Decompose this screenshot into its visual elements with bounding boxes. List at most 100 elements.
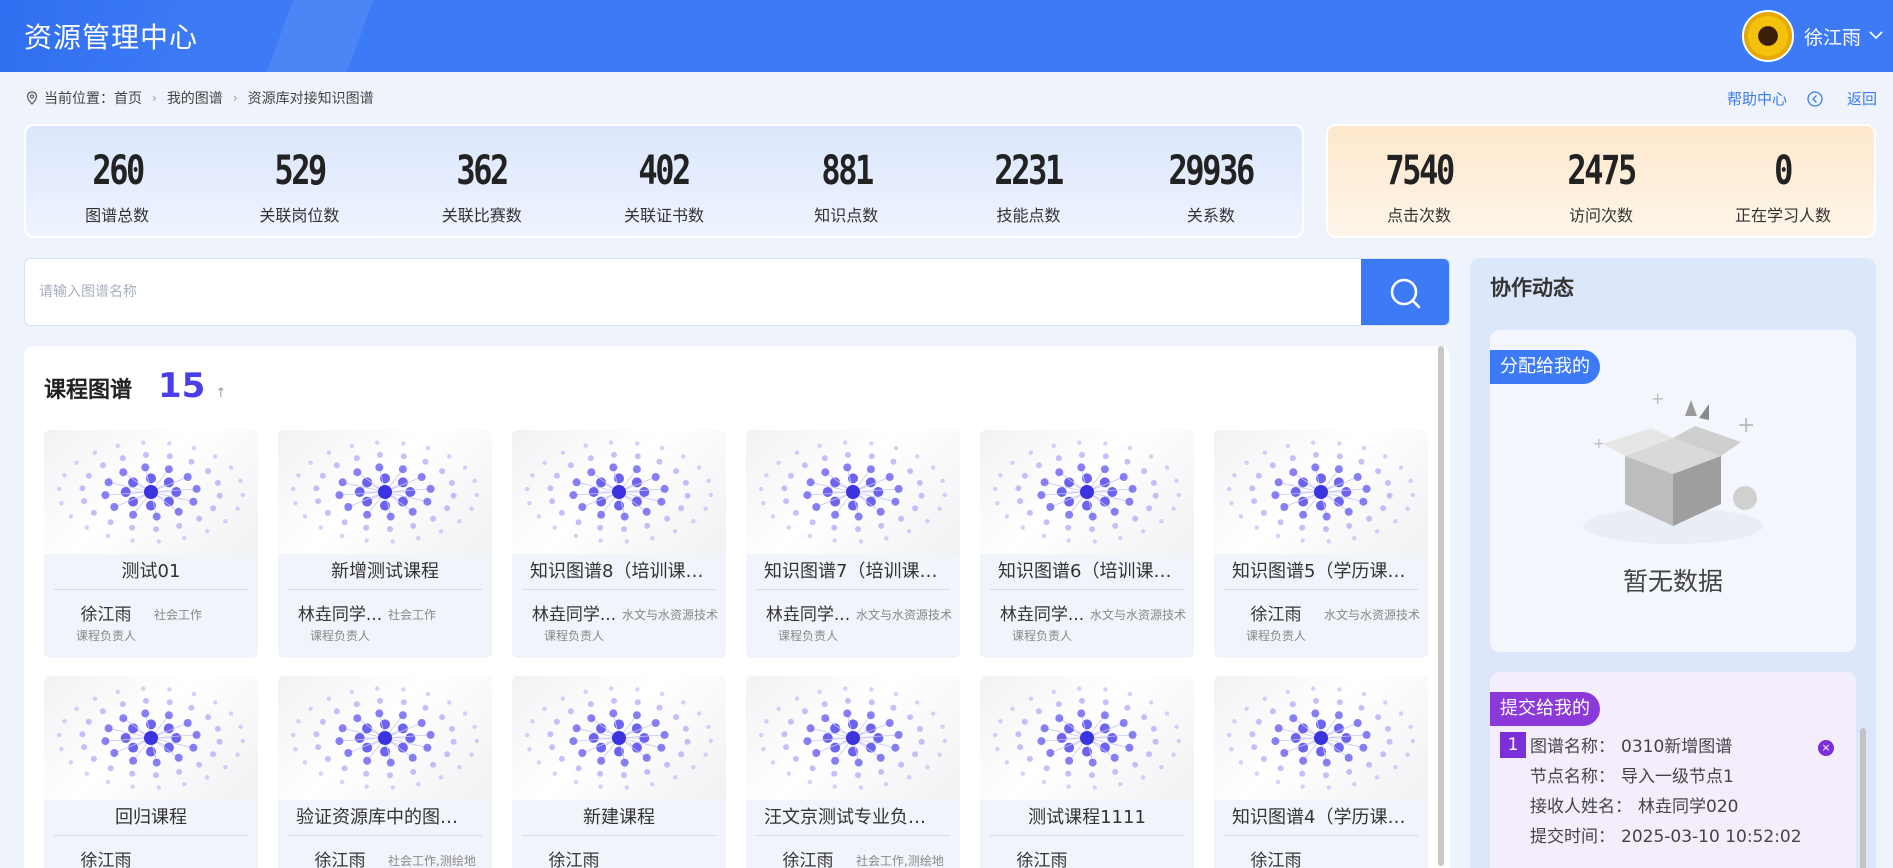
panel-header: 课程图谱 15 ↑ (44, 366, 226, 406)
card-title[interactable]: 新增测试课程 (288, 554, 482, 590)
card-title[interactable]: 知识图谱7（培训课程... (756, 554, 950, 590)
svg-text:+: + (1737, 413, 1755, 438)
stat-value: 260 (91, 148, 145, 194)
course-card[interactable]: 测试01 徐江雨 课程负责人 社会工作 (44, 430, 258, 658)
owner-role: 课程负责人 (309, 629, 370, 643)
stat-label: 正在学习人数 (1734, 206, 1831, 225)
course-card[interactable]: 知识图谱7（培训课程... 林垚同学... 课程负责人 水文与水资源技术 (746, 430, 960, 658)
card-meta: 徐江雨课程负责人 (44, 836, 258, 868)
sort-arrow-icon[interactable]: ↑ (215, 386, 226, 401)
graph-thumbnail (1214, 676, 1428, 800)
stat-value: 0 (1774, 148, 1794, 194)
help-center-link[interactable]: 帮助中心 (1727, 88, 1787, 109)
card-owner: 徐江雨课程负责人 (758, 846, 858, 868)
search-bar (24, 258, 1450, 326)
back-label[interactable]: 返回 (1847, 88, 1877, 109)
card-field: 社会工作 (154, 608, 203, 622)
search-input[interactable] (39, 259, 1339, 325)
owner-name: 林垚同学... (297, 605, 383, 625)
card-owner: 徐江雨课程负责人 (992, 846, 1092, 868)
user-name[interactable]: 徐江雨 (1804, 23, 1861, 50)
card-field: 社会工作,测绘地理信息技术 (856, 854, 944, 868)
stat-label: 图谱总数 (85, 206, 150, 225)
submit-time-value: 2025-03-10 10:52:02 (1621, 827, 1802, 847)
owner-name: 林垚同学... (765, 605, 851, 625)
course-card[interactable]: 知识图谱5（学历课程... 徐江雨 课程负责人 水文与水资源技术 (1214, 430, 1428, 658)
owner-role: 课程负责人 (1245, 629, 1306, 643)
top-links: 帮助中心 返回 (1707, 88, 1877, 109)
submitted-section: 提交给我的 1 图谱名称： 0310新增图谱 节点名称： 导入一级节点1 接收人姓名… (1490, 672, 1856, 868)
stat-visits: 2475 访问次数 (1510, 126, 1692, 236)
back-button[interactable]: 返回 (1807, 88, 1877, 109)
course-card[interactable]: 汪文京测试专业负责... 徐江雨课程负责人社会工作,测绘地理信息技术 (746, 676, 960, 868)
card-title[interactable]: 知识图谱6（培训课程... (990, 554, 1184, 590)
empty-box-icon: + + + (1583, 389, 1763, 544)
stat-skill-points: 2231 技能点数 (937, 126, 1119, 236)
graph-name-row: 图谱名称： 0310新增图谱 (1530, 732, 1732, 757)
course-card[interactable]: 知识图谱6（培训课程... 林垚同学... 课程负责人 水文与水资源技术 (980, 430, 1194, 658)
card-title[interactable]: 汪文京测试专业负责... (756, 800, 950, 836)
item-index: 1 (1500, 732, 1526, 758)
card-meta: 林垚同学... 课程负责人 社会工作 (278, 590, 492, 650)
breadcrumb-my-graphs[interactable]: 我的图谱 (167, 88, 223, 108)
stat-knowledge-points: 881 知识点数 (755, 126, 937, 236)
graph-thumbnail (278, 676, 492, 800)
chevron-down-icon[interactable] (1869, 28, 1883, 44)
panel-scrollbar[interactable] (1438, 346, 1444, 866)
card-meta: 徐江雨课程负责人社会工作,测绘地理信息技术 (278, 836, 492, 868)
course-card[interactable]: 测试课程1111 徐江雨课程负责人 (980, 676, 1194, 868)
stat-value: 529 (274, 148, 327, 194)
breadcrumb-home[interactable]: 首页 (114, 88, 142, 108)
card-meta: 徐江雨课程负责人 (512, 836, 726, 868)
owner-name: 徐江雨 (1250, 851, 1302, 868)
owner-name: 徐江雨 (314, 851, 366, 868)
graph-thumbnail (512, 676, 726, 800)
card-owner: 徐江雨课程负责人 (1226, 846, 1326, 868)
course-card[interactable]: 回归课程徐江雨课程负责人 (44, 676, 258, 868)
card-owner: 林垚同学... 课程负责人 (992, 600, 1092, 644)
stats-secondary: 7540 点击次数 2475 访问次数 0 正在学习人数 (1326, 124, 1876, 238)
stat-certificates: 402 关联证书数 (573, 126, 755, 236)
card-title[interactable]: 新建课程 (522, 800, 716, 836)
course-card[interactable]: 验证资源库中的图谱...徐江雨课程负责人社会工作,测绘地理信息技术 (278, 676, 492, 868)
close-icon[interactable]: × (1818, 740, 1834, 756)
submit-time-label: 提交时间： (1530, 827, 1615, 847)
card-title[interactable]: 测试01 (54, 554, 248, 590)
graph-thumbnail (278, 430, 492, 554)
stat-jobs: 529 关联岗位数 (208, 126, 390, 236)
avatar[interactable] (1741, 10, 1794, 62)
course-card[interactable]: 知识图谱8（培训课程... 林垚同学... 课程负责人 水文与水资源技术 (512, 430, 726, 658)
card-title[interactable]: 知识图谱4（学历课程... (1224, 800, 1418, 836)
node-name-value: 导入一级节点1 (1621, 767, 1734, 787)
card-field: 水文与水资源技术 (622, 608, 719, 622)
card-meta: 林垚同学... 课程负责人 水文与水资源技术 (512, 590, 726, 650)
assigned-section: 分配给我的 + + + 暂无数据 (1490, 330, 1856, 652)
card-title[interactable]: 验证资源库中的图谱... (288, 800, 482, 836)
search-button[interactable] (1361, 259, 1449, 325)
side-title: 协作动态 (1490, 276, 1574, 300)
card-owner: 林垚同学... 课程负责人 (758, 600, 858, 644)
card-meta: 徐江雨课程负责人 (1214, 836, 1428, 868)
node-name-label: 节点名称： (1530, 767, 1615, 787)
card-title[interactable]: 回归课程 (54, 800, 248, 836)
stat-graph-total: 260 图谱总数 (26, 126, 208, 236)
collaboration-panel: 协作动态 分配给我的 + + + 暂无数据 提交给我的 1 图谱名称： 0310新… (1470, 258, 1876, 868)
card-meta: 林垚同学... 课程负责人 水文与水资源技术 (980, 590, 1194, 650)
course-card[interactable]: 新增测试课程 林垚同学... 课程负责人 社会工作 (278, 430, 492, 658)
user-menu[interactable]: 徐江雨 (1741, 8, 1883, 64)
card-title[interactable]: 测试课程1111 (990, 800, 1184, 836)
card-owner: 徐江雨课程负责人 (290, 846, 390, 868)
stat-label: 技能点数 (996, 206, 1061, 225)
card-meta: 徐江雨 课程负责人 社会工作 (44, 590, 258, 650)
receiver-row: 接收人姓名： 林垚同学020 (1530, 792, 1738, 817)
stat-value: 29936 (1168, 148, 1256, 194)
course-card[interactable]: 新建课程徐江雨课程负责人 (512, 676, 726, 868)
owner-role: 课程负责人 (75, 629, 136, 643)
side-scrollbar[interactable] (1860, 728, 1866, 868)
card-title[interactable]: 知识图谱5（学历课程... (1224, 554, 1418, 590)
card-meta: 林垚同学... 课程负责人 水文与水资源技术 (746, 590, 960, 650)
svg-text:+: + (1651, 389, 1664, 408)
card-title[interactable]: 知识图谱8（培训课程... (522, 554, 716, 590)
course-card[interactable]: 知识图谱4（学历课程... 徐江雨课程负责人 (1214, 676, 1428, 868)
search-icon (1390, 278, 1421, 309)
